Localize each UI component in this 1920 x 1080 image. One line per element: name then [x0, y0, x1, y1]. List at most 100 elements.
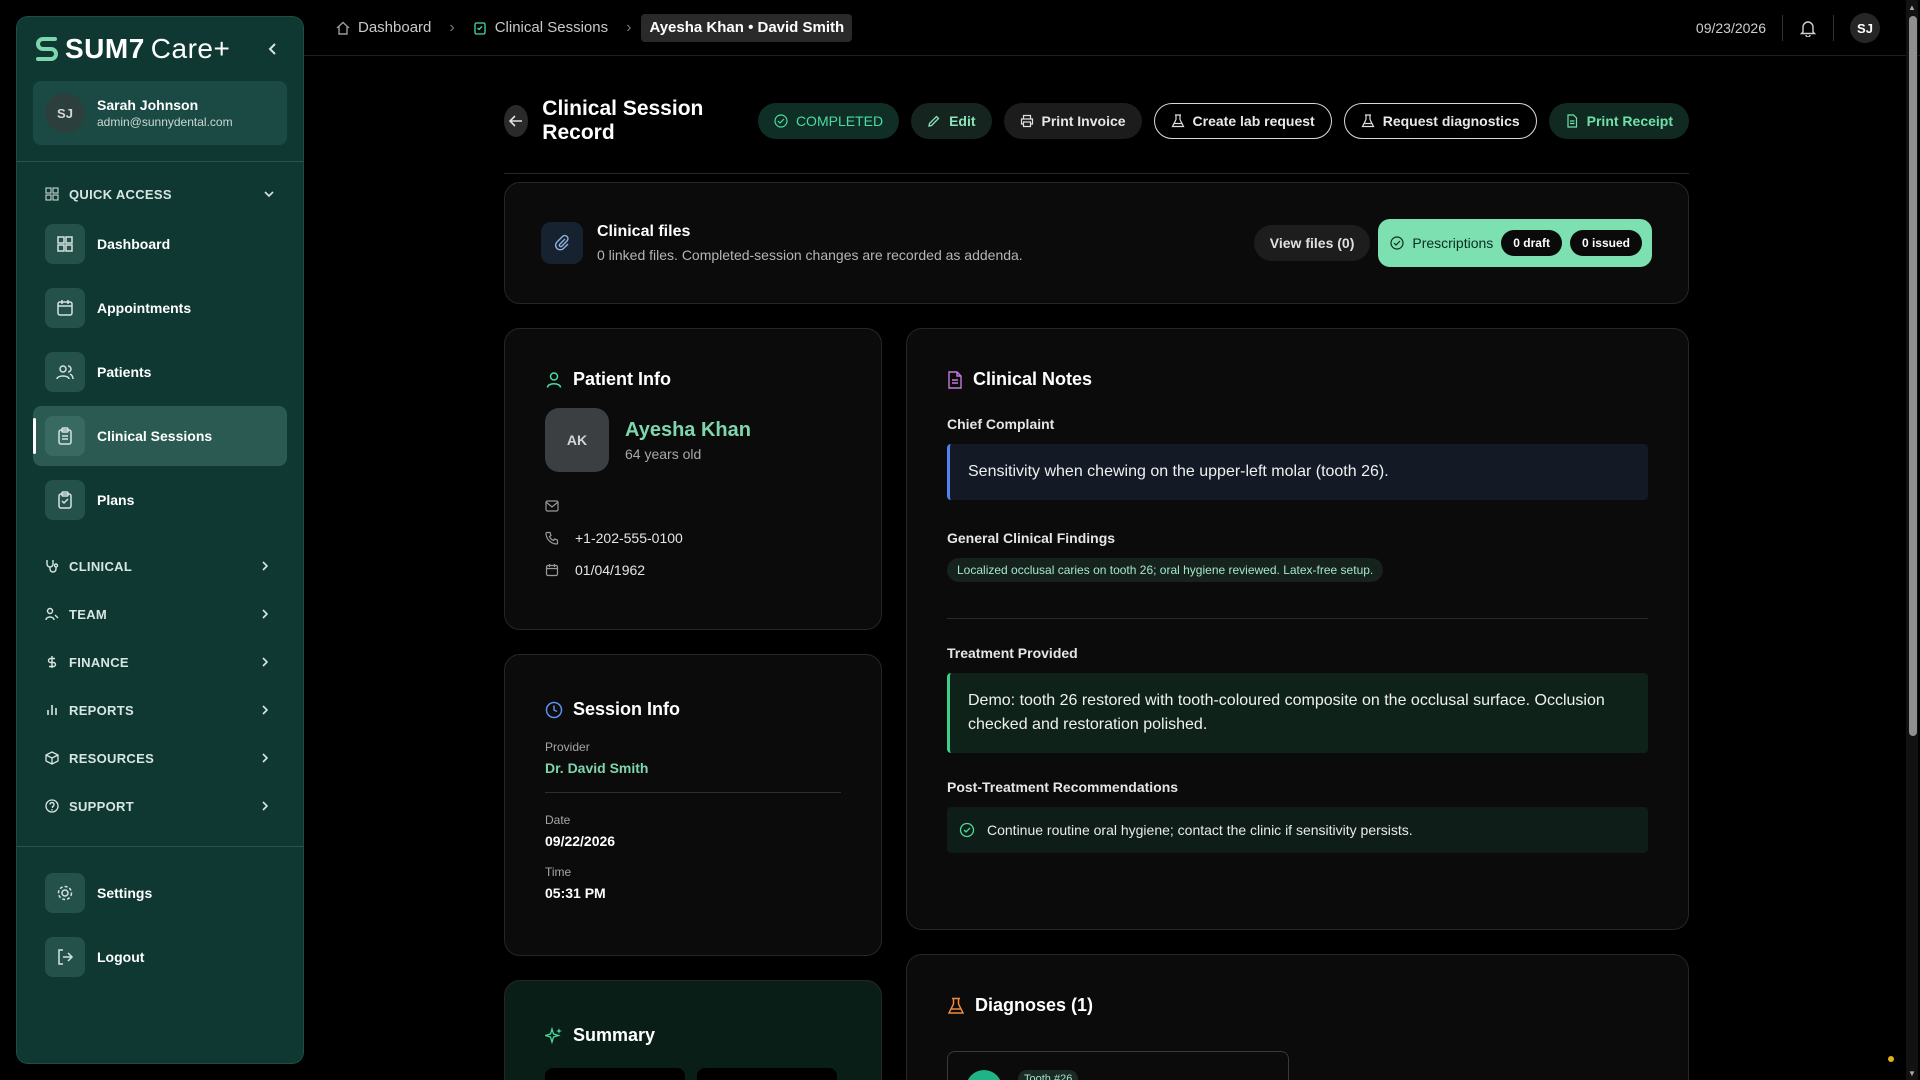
- check-circle-icon: [1390, 236, 1404, 250]
- view-files-button[interactable]: View files (0): [1253, 225, 1371, 261]
- sidebar-group-support[interactable]: SUPPORT: [17, 782, 303, 830]
- sidebar-item-label: Plans: [97, 492, 135, 508]
- user-avatar: SJ: [45, 93, 85, 133]
- box-icon: [45, 751, 61, 765]
- chevron-right-icon: [259, 608, 271, 620]
- sidebar-item-plans[interactable]: Plans: [33, 470, 287, 530]
- bar-chart-icon: [45, 703, 61, 717]
- breadcrumb: Dashboard › Clinical Sessions › Ayesha K…: [328, 13, 853, 42]
- breadcrumb-dashboard[interactable]: Dashboard: [328, 14, 439, 42]
- diagnosis-item[interactable]: Tooth #26: [947, 1051, 1289, 1080]
- summary-header: Summary: [545, 1025, 841, 1046]
- sidebar-item-label: Patients: [97, 364, 152, 380]
- sidebar-group-clinical[interactable]: CLINICAL: [17, 542, 303, 590]
- divider: [1782, 15, 1783, 41]
- calendar-icon: [45, 288, 85, 328]
- arrow-left-icon: [509, 114, 523, 127]
- print-invoice-button[interactable]: Print Invoice: [1003, 102, 1142, 139]
- diagnoses-title: Diagnoses (1): [975, 995, 1094, 1015]
- sparkles-icon: [545, 1026, 562, 1044]
- session-info-title: Session Info: [573, 699, 681, 719]
- flask-icon: [1361, 113, 1375, 127]
- tooth-tag: Tooth #26: [1018, 1070, 1079, 1080]
- clinical-notes-card: Clinical Notes Chief Complaint Sensitivi…: [906, 328, 1689, 930]
- collapse-sidebar-button[interactable]: [261, 37, 285, 61]
- sidebar-group-finance[interactable]: FINANCE: [17, 638, 303, 686]
- issued-count-badge: 0 issued: [1569, 230, 1642, 256]
- sidebar-item-label: Dashboard: [97, 236, 171, 252]
- sidebar-item-label: Logout: [97, 949, 145, 965]
- brand-header: SUM7 Care+: [17, 17, 303, 81]
- notifications-button[interactable]: [1799, 19, 1817, 37]
- quick-access-toggle[interactable]: QUICK ACCESS: [17, 178, 303, 210]
- sidebar-item-dashboard[interactable]: Dashboard: [33, 214, 287, 274]
- clock-icon: [545, 701, 563, 718]
- brand-suffix: Care+: [150, 33, 231, 64]
- clinical-notes-title: Clinical Notes: [973, 369, 1093, 389]
- edit-button[interactable]: Edit: [911, 102, 992, 139]
- findings-label: General Clinical Findings: [947, 530, 1116, 546]
- treatment-label: Treatment Provided: [947, 645, 1078, 661]
- scroll-up-icon[interactable]: ▲: [1907, 2, 1917, 12]
- top-right-controls: 09/23/2026 SJ: [1696, 0, 1880, 56]
- scrollbar-thumb[interactable]: [1909, 16, 1917, 736]
- request-diagnostics-button[interactable]: Request diagnostics: [1343, 102, 1537, 139]
- mail-icon: [545, 500, 561, 512]
- scroll-down-icon[interactable]: ▼: [1907, 1068, 1917, 1078]
- summary-tiles: [545, 1068, 841, 1080]
- calendar-icon: [545, 563, 561, 577]
- divider: [545, 792, 841, 793]
- main-content: Clinical Session Record COMPLETED Edit P…: [504, 56, 1689, 1080]
- breadcrumb-label: Dashboard: [358, 19, 432, 36]
- flask-icon: [1171, 113, 1185, 127]
- user-card[interactable]: SJ Sarah Johnson admin@sunnydental.com: [33, 81, 287, 145]
- clinical-files-subtitle: 0 linked files. Completed-session change…: [597, 247, 1023, 263]
- session-info-card: Session Info Provider Dr. David Smith Da…: [504, 654, 882, 956]
- profile-avatar[interactable]: SJ: [1850, 13, 1880, 43]
- draft-count-badge: 0 draft: [1501, 230, 1562, 256]
- logo-icon: [36, 37, 58, 61]
- breadcrumb-separator: ›: [449, 18, 455, 36]
- sidebar-item-clinical-sessions[interactable]: Clinical Sessions: [33, 406, 287, 466]
- breadcrumb-clinical-sessions[interactable]: Clinical Sessions: [465, 14, 616, 42]
- print-receipt-label: Print Receipt: [1586, 112, 1673, 129]
- flask-icon: [947, 997, 965, 1014]
- session-date: 09/22/2026: [545, 833, 616, 849]
- summary-title: Summary: [573, 1025, 656, 1045]
- sidebar-group-label: CLINICAL: [69, 558, 133, 574]
- status-label: COMPLETED: [795, 112, 884, 129]
- prescriptions-button[interactable]: Prescriptions 0 draft 0 issued: [1378, 219, 1652, 267]
- stethoscope-icon: [45, 559, 61, 573]
- provider-name[interactable]: Dr. David Smith: [545, 760, 841, 776]
- sidebar-group-reports[interactable]: REPORTS: [17, 686, 303, 734]
- dollar-icon: [45, 655, 61, 669]
- print-invoice-label: Print Invoice: [1041, 112, 1126, 129]
- top-bar: Dashboard › Clinical Sessions › Ayesha K…: [304, 0, 1920, 56]
- status-badge: COMPLETED: [757, 102, 900, 139]
- sidebar-group-label: REPORTS: [69, 702, 134, 718]
- breadcrumb-label: Clinical Sessions: [494, 19, 609, 36]
- page-scrollbar[interactable]: ▲ ▼: [1906, 0, 1918, 1080]
- page-header: Clinical Session Record COMPLETED Edit P…: [504, 56, 1689, 174]
- sidebar-item-patients[interactable]: Patients: [33, 342, 287, 402]
- clipboard-icon: [45, 416, 85, 456]
- sidebar-group-resources[interactable]: RESOURCES: [17, 734, 303, 782]
- tooth-icon: [966, 1070, 1002, 1080]
- request-diagnostics-label: Request diagnostics: [1382, 112, 1520, 129]
- chevron-right-icon: [259, 800, 271, 812]
- date-label: Date: [545, 813, 571, 827]
- patient-info-header: Patient Info: [545, 369, 841, 390]
- sidebar-item-settings[interactable]: Settings: [33, 863, 287, 923]
- sidebar-item-appointments[interactable]: Appointments: [33, 278, 287, 338]
- diagnoses-card: Diagnoses (1) Tooth #26: [906, 954, 1689, 1080]
- create-lab-request-button[interactable]: Create lab request: [1153, 102, 1332, 139]
- patient-phone: +1-202-555-0100: [575, 530, 683, 546]
- sidebar-item-logout[interactable]: Logout: [33, 927, 287, 987]
- sidebar-group-team[interactable]: TEAM: [17, 590, 303, 638]
- user-icon: [546, 371, 562, 388]
- patient-name[interactable]: Ayesha Khan: [625, 419, 751, 442]
- print-receipt-button[interactable]: Print Receipt: [1548, 102, 1689, 139]
- back-button[interactable]: [504, 104, 529, 137]
- recommendations-label: Post-Treatment Recommendations: [947, 779, 1179, 795]
- chevron-right-icon: [259, 560, 271, 572]
